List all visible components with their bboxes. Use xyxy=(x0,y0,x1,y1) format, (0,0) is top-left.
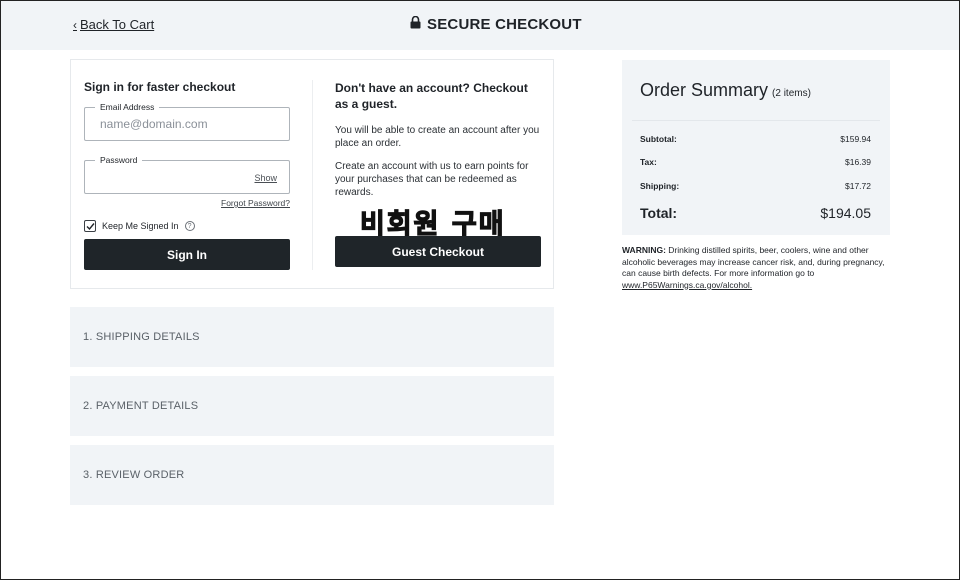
guest-column: Don't have an account? Checkout as a gue… xyxy=(335,80,541,199)
guest-text-2: Create an account with us to earn points… xyxy=(335,161,529,198)
prop65-warning: WARNING: Drinking distilled spirits, bee… xyxy=(622,245,890,291)
guest-checkout-button[interactable]: Guest Checkout xyxy=(335,236,541,267)
step-label: 2. PAYMENT DETAILS xyxy=(83,400,199,412)
order-item-count: (2 items) xyxy=(772,88,811,99)
summary-value: $17.72 xyxy=(845,181,871,191)
sign-in-button-label: Sign In xyxy=(167,247,207,262)
chevron-left-icon: ‹ xyxy=(73,17,77,32)
step-shipping-details[interactable]: 1. SHIPPING DETAILS xyxy=(70,307,554,367)
order-summary: Order Summary (2 items) Subtotal: $159.9… xyxy=(622,60,890,235)
guest-text-1: You will be able to create an account af… xyxy=(335,125,540,149)
sign-in-button[interactable]: Sign In xyxy=(84,239,290,270)
password-label: Password xyxy=(95,155,143,166)
back-to-cart-label: Back To Cart xyxy=(80,17,155,32)
show-password-link[interactable]: Show xyxy=(254,173,277,183)
forgot-password-link[interactable]: Forgot Password? xyxy=(221,198,290,208)
signin-title: Sign in for faster checkout xyxy=(84,80,236,94)
total-value: $194.05 xyxy=(820,205,871,221)
step-payment-details[interactable]: 2. PAYMENT DETAILS xyxy=(70,376,554,436)
warning-prefix: WARNING: xyxy=(622,245,666,255)
order-summary-heading: Order Summary xyxy=(640,80,769,100)
summary-row-shipping: Shipping: $17.72 xyxy=(640,181,871,191)
total-label: Total: xyxy=(640,205,678,221)
page-title: SECURE CHECKOUT xyxy=(410,15,582,33)
guest-title: Don't have an account? Checkout as a gue… xyxy=(335,81,528,111)
password-input[interactable] xyxy=(100,170,250,184)
keep-signed-in-checkbox[interactable] xyxy=(84,220,96,232)
help-icon[interactable]: ? xyxy=(184,221,195,231)
signin-card: Sign in for faster checkout Email Addres… xyxy=(70,59,554,289)
summary-label: Subtotal: xyxy=(640,134,677,144)
step-label: 3. REVIEW ORDER xyxy=(83,469,185,481)
order-summary-title: Order Summary (2 items) xyxy=(640,80,811,101)
page-title-text: SECURE CHECKOUT xyxy=(427,16,582,33)
email-field[interactable]: Email Address xyxy=(84,102,290,141)
checkmark-icon xyxy=(86,222,95,230)
password-field[interactable]: Password Show xyxy=(84,155,290,194)
step-review-order[interactable]: 3. REVIEW ORDER xyxy=(70,445,554,505)
keep-signed-in: Keep Me Signed In ? xyxy=(84,220,195,232)
summary-total: Total: $194.05 xyxy=(640,205,871,221)
summary-row-tax: Tax: $16.39 xyxy=(640,157,871,167)
summary-label: Tax: xyxy=(640,157,657,167)
keep-signed-in-label: Keep Me Signed In xyxy=(102,221,179,231)
email-input[interactable] xyxy=(100,117,250,131)
email-label: Email Address xyxy=(95,102,160,113)
back-to-cart-link[interactable]: ‹ Back To Cart xyxy=(73,17,154,32)
summary-label: Shipping: xyxy=(640,181,680,191)
summary-value: $159.94 xyxy=(840,134,871,144)
summary-row-subtotal: Subtotal: $159.94 xyxy=(640,134,871,144)
checkout-header: ‹ Back To Cart SECURE CHECKOUT xyxy=(1,1,959,50)
summary-value: $16.39 xyxy=(845,157,871,167)
summary-divider xyxy=(632,120,880,121)
p65-warnings-link[interactable]: www.P65Warnings.ca.gov/alcohol. xyxy=(622,280,752,290)
lock-icon xyxy=(410,15,421,33)
column-divider xyxy=(312,80,313,270)
step-label: 1. SHIPPING DETAILS xyxy=(83,331,200,343)
guest-checkout-button-label: Guest Checkout xyxy=(391,244,484,259)
signin-column: Sign in for faster checkout Email Addres… xyxy=(84,80,290,270)
